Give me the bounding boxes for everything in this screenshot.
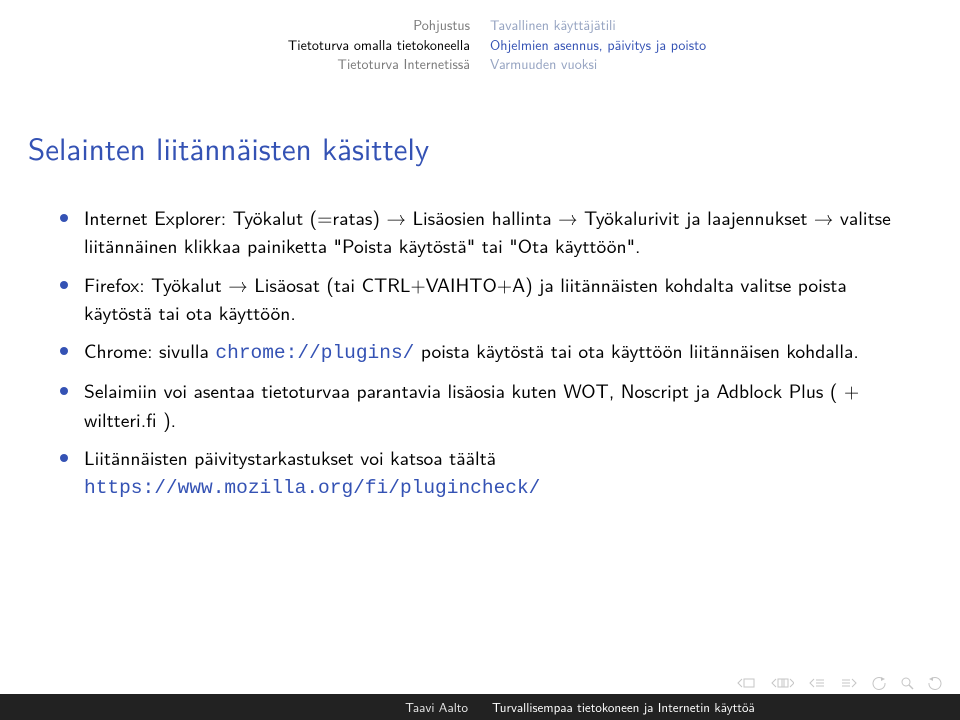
slide: Pohjustus Tietoturva omalla tietokoneell…	[0, 0, 960, 720]
list-text: Selaimiin voi asentaa tietoturvaa parant…	[84, 376, 859, 433]
chrome-plugins-url: chrome://plugins/	[215, 342, 414, 364]
nav-section-item[interactable]: Tietoturva Internetissä	[288, 55, 470, 75]
nav-section-item[interactable]: Tietoturva omalla tietokoneella	[288, 36, 470, 56]
list-item: Chrome: sivulla chrome://plugins/ poista…	[60, 337, 920, 367]
list-item: Firefox: Työkalut → Lisäosat (tai CTRL+V…	[60, 271, 920, 328]
footer-author: Taavi Aalto	[0, 694, 480, 720]
nav-next-slide-button[interactable]	[770, 677, 794, 689]
nav-section-item[interactable]: Pohjustus	[288, 16, 470, 36]
list-item: Internet Explorer: Työkalut (=ratas) → L…	[60, 204, 920, 261]
nav-subsection-item[interactable]: Ohjelmien asennus, päivitys ja poisto	[490, 36, 706, 56]
nav-sections: Pohjustus Tietoturva omalla tietokoneell…	[288, 16, 470, 75]
beamer-nav-controls	[736, 676, 942, 690]
nav-next-section-button[interactable]	[840, 677, 858, 689]
nav-subsection-item[interactable]: Varmuuden vuoksi	[490, 55, 706, 75]
nav-subsection-item[interactable]: Tavallinen käyttäjätili	[490, 16, 706, 36]
mozilla-plugincheck-url[interactable]: https://www.mozilla.org/fi/plugincheck/	[84, 477, 540, 499]
footer-title: Turvallisempaa tietokoneen ja Internetin…	[480, 694, 960, 720]
list-text: poista käytöstä tai ota käyttöön liitänn…	[414, 336, 858, 365]
list-text: Firefox: Työkalut → Lisäosat (tai CTRL+V…	[84, 270, 847, 327]
nav-prev-section-button[interactable]	[808, 677, 826, 689]
page-title: Selainten liitännäisten käsittely	[28, 124, 960, 170]
list-item: Liitännäisten päivitystarkastukset voi k…	[60, 444, 920, 503]
header-nav: Pohjustus Tietoturva omalla tietokoneell…	[0, 0, 960, 96]
list-text: Chrome: sivulla	[84, 336, 215, 365]
content: Internet Explorer: Työkalut (=ratas) → L…	[60, 204, 920, 502]
nav-subsections: Tavallinen käyttäjätili Ohjelmien asennu…	[490, 16, 706, 75]
bullet-list: Internet Explorer: Työkalut (=ratas) → L…	[60, 204, 920, 502]
footer: Taavi Aalto Turvallisempaa tietokoneen j…	[0, 694, 960, 720]
nav-back-button[interactable]	[872, 676, 886, 690]
list-text: Liitännäisten päivitystarkastukset voi k…	[84, 443, 496, 472]
list-item: Selaimiin voi asentaa tietoturvaa parant…	[60, 377, 920, 434]
nav-forward-button[interactable]	[928, 676, 942, 690]
nav-search-button[interactable]	[900, 676, 914, 690]
nav-prev-slide-button[interactable]	[736, 677, 756, 689]
list-text: Internet Explorer: Työkalut (=ratas) → L…	[84, 203, 891, 260]
